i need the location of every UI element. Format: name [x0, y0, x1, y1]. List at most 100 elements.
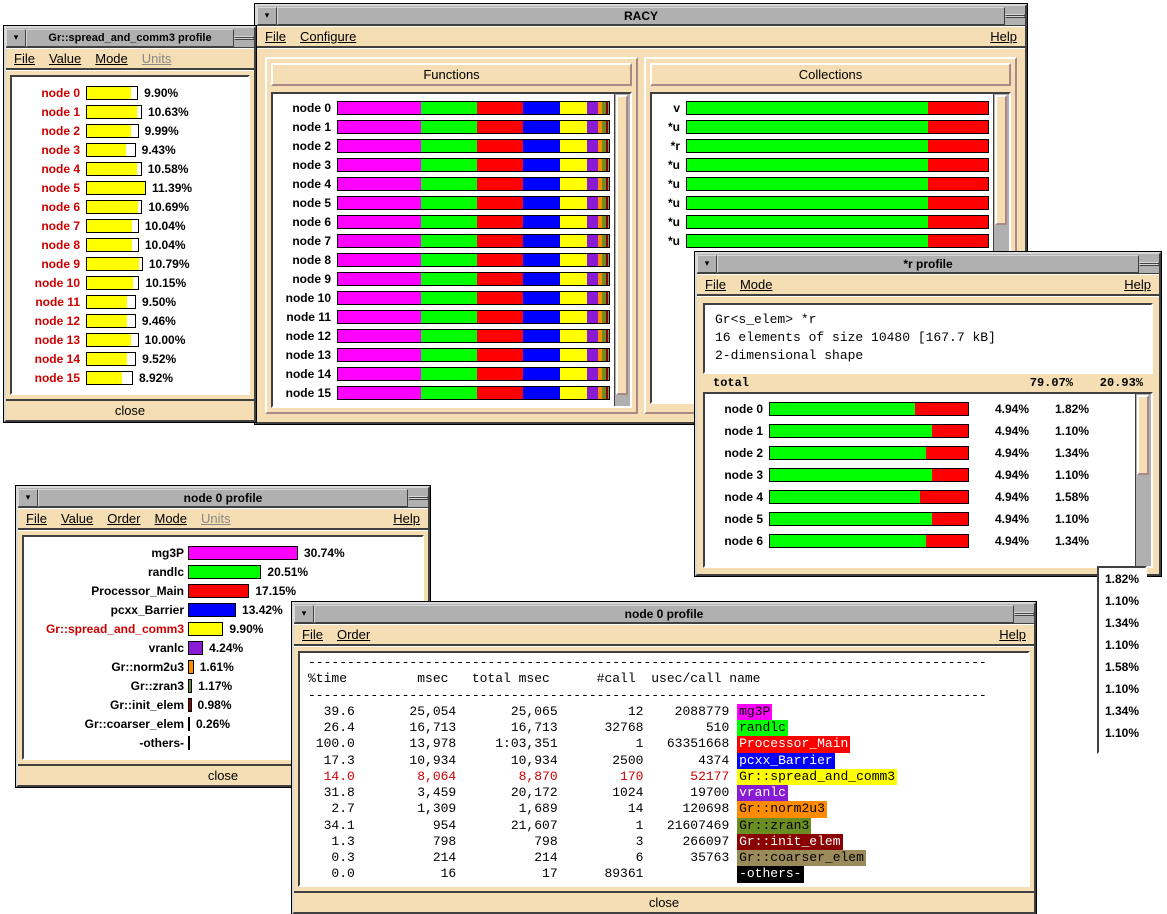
window-resize-icon[interactable] — [234, 36, 254, 40]
collection-row[interactable]: *u — [656, 174, 989, 193]
menu-file[interactable]: File — [14, 51, 35, 66]
close-button[interactable]: close — [6, 399, 254, 420]
table-row[interactable]: 26.4 16,713 16,713 32768 510 randlc — [308, 720, 1020, 736]
collection-row[interactable]: v — [656, 98, 989, 117]
menu-order[interactable]: Order — [337, 627, 370, 642]
function-row[interactable]: node 0 — [277, 98, 610, 117]
menu-file[interactable]: File — [705, 277, 726, 292]
function-row[interactable]: node 1 — [277, 117, 610, 136]
function-row[interactable]: randlc20.51% — [28, 562, 418, 581]
titlebar[interactable]: ▾ node 0 profile — [294, 604, 1034, 624]
scrollbar[interactable] — [1135, 394, 1151, 566]
node-row[interactable]: node 1010.15% — [16, 273, 244, 292]
titlebar[interactable]: ▾ Gr::spread_and_comm3 profile — [6, 28, 254, 48]
table-row[interactable]: 31.8 3,459 20,172 1024 19700 vranlc — [308, 785, 1020, 801]
spread-chart[interactable]: node 09.90%node 110.63%node 29.99%node 3… — [10, 75, 250, 395]
window-resize-icon[interactable] — [408, 496, 428, 500]
node-row[interactable]: node 129.46% — [16, 311, 244, 330]
function-row[interactable]: node 13 — [277, 345, 610, 364]
table-row[interactable]: 1.3 798 798 3 266097 Gr::init_elem — [308, 834, 1020, 850]
function-row[interactable]: node 12 — [277, 326, 610, 345]
function-row[interactable]: node 5 — [277, 193, 610, 212]
node-row[interactable]: node 09.90% — [16, 83, 244, 102]
window-menu-icon[interactable]: ▾ — [257, 7, 277, 25]
rprof-row[interactable]: node 24.94%1.34% — [709, 442, 1131, 464]
node-row[interactable]: node 149.52% — [16, 349, 244, 368]
rprof-row[interactable]: node 04.94%1.82% — [709, 398, 1131, 420]
table-row[interactable]: 2.7 1,309 1,689 14 120698 Gr::norm2u3 — [308, 801, 1020, 817]
function-row[interactable]: node 8 — [277, 250, 610, 269]
collection-row[interactable]: *u — [656, 193, 989, 212]
node-row[interactable]: node 610.69% — [16, 197, 244, 216]
titlebar[interactable]: ▾ node 0 profile — [18, 488, 428, 508]
window-menu-icon[interactable]: ▾ — [18, 489, 38, 507]
function-row[interactable]: node 4 — [277, 174, 610, 193]
node-row[interactable]: node 39.43% — [16, 140, 244, 159]
menu-mode[interactable]: Mode — [95, 51, 128, 66]
function-row[interactable]: node 15 — [277, 383, 610, 402]
collection-row[interactable]: *u — [656, 231, 989, 250]
menu-file[interactable]: File — [302, 627, 323, 642]
function-row[interactable]: node 10 — [277, 288, 610, 307]
rprof-row[interactable]: node 54.94%1.10% — [709, 508, 1131, 530]
collection-row[interactable]: *u — [656, 117, 989, 136]
menu-help[interactable]: Help — [1124, 277, 1151, 292]
table-row[interactable]: 100.0 13,978 1:03,351 1 63351668 Process… — [308, 736, 1020, 752]
node-row[interactable]: node 810.04% — [16, 235, 244, 254]
window-resize-icon[interactable] — [1014, 612, 1034, 616]
window-resize-icon[interactable] — [1139, 262, 1159, 266]
node-row[interactable]: node 710.04% — [16, 216, 244, 235]
window-menu-icon[interactable]: ▾ — [6, 29, 26, 47]
functions-chart[interactable]: node 0node 1node 2node 3node 4node 5node… — [271, 92, 632, 408]
menu-help[interactable]: Help — [999, 627, 1026, 642]
rprof-row[interactable]: node 14.94%1.10% — [709, 420, 1131, 442]
node-row[interactable]: node 511.39% — [16, 178, 244, 197]
function-row[interactable]: node 11 — [277, 307, 610, 326]
function-row[interactable]: mg3P30.74% — [28, 543, 418, 562]
menu-file[interactable]: File — [265, 29, 286, 44]
titlebar[interactable]: ▾ RACY — [257, 6, 1025, 26]
collection-row[interactable]: *r — [656, 136, 989, 155]
function-row[interactable]: node 2 — [277, 136, 610, 155]
node-row[interactable]: node 1310.00% — [16, 330, 244, 349]
collection-row[interactable]: *u — [656, 155, 989, 174]
node-row[interactable]: node 110.63% — [16, 102, 244, 121]
function-row[interactable]: node 6 — [277, 212, 610, 231]
node-row[interactable]: node 410.58% — [16, 159, 244, 178]
menu-order[interactable]: Order — [107, 511, 140, 526]
window-menu-icon[interactable]: ▾ — [697, 255, 717, 273]
menu-help[interactable]: Help — [990, 29, 1017, 44]
table-row[interactable]: 0.0 16 17 89361 -others- — [308, 866, 1020, 882]
menu-mode[interactable]: Mode — [740, 277, 773, 292]
function-row[interactable]: Processor_Main17.15% — [28, 581, 418, 600]
table-row[interactable]: 0.3 214 214 6 35763 Gr::coarser_elem — [308, 850, 1020, 866]
timing-table[interactable]: ----------------------------------------… — [298, 651, 1030, 887]
node-row[interactable]: node 29.99% — [16, 121, 244, 140]
window-menu-icon[interactable]: ▾ — [294, 605, 314, 623]
close-button[interactable]: close — [294, 891, 1034, 912]
function-row[interactable]: node 9 — [277, 269, 610, 288]
menu-configure[interactable]: Configure — [300, 29, 356, 44]
collection-row[interactable]: *u — [656, 212, 989, 231]
menu-mode[interactable]: Mode — [154, 511, 187, 526]
rprof-chart[interactable]: node 04.94%1.82%node 14.94%1.10%node 24.… — [703, 392, 1153, 568]
table-row[interactable]: 39.6 25,054 25,065 12 2088779 mg3P — [308, 704, 1020, 720]
table-row[interactable]: 14.0 8,064 8,870 170 52177 Gr::spread_an… — [308, 769, 1020, 785]
table-row[interactable]: 17.3 10,934 10,934 2500 4374 pcxx_Barrie… — [308, 753, 1020, 769]
function-row[interactable]: node 7 — [277, 231, 610, 250]
node-row[interactable]: node 119.50% — [16, 292, 244, 311]
rprof-row[interactable]: node 64.94%1.34% — [709, 530, 1131, 552]
menu-value[interactable]: Value — [49, 51, 81, 66]
node-row[interactable]: node 158.92% — [16, 368, 244, 387]
rprof-row[interactable]: node 34.94%1.10% — [709, 464, 1131, 486]
node-row[interactable]: node 910.79% — [16, 254, 244, 273]
rprof-row[interactable]: node 44.94%1.58% — [709, 486, 1131, 508]
titlebar[interactable]: ▾ *r profile — [697, 254, 1159, 274]
function-row[interactable]: node 14 — [277, 364, 610, 383]
scrollbar[interactable] — [614, 94, 630, 406]
menu-value[interactable]: Value — [61, 511, 93, 526]
table-row[interactable]: 34.1 954 21,607 1 21607469 Gr::zran3 — [308, 818, 1020, 834]
function-row[interactable]: node 3 — [277, 155, 610, 174]
menu-file[interactable]: File — [26, 511, 47, 526]
window-resize-icon[interactable] — [1005, 14, 1025, 18]
